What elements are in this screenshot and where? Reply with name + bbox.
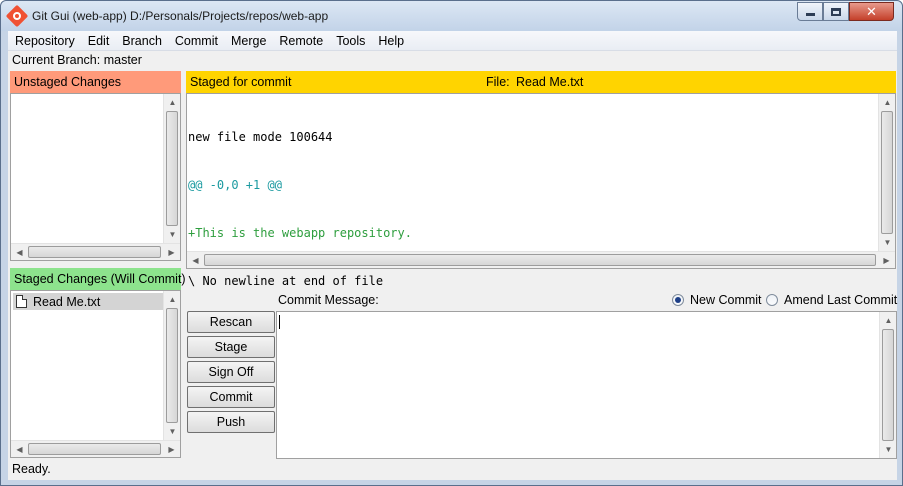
sign-off-button[interactable]: Sign Off <box>187 361 275 383</box>
unstaged-horizontal-scrollbar[interactable]: ◀ ▶ <box>11 243 180 260</box>
scroll-up-icon[interactable]: ▲ <box>879 94 896 111</box>
menu-remote[interactable]: Remote <box>272 31 329 50</box>
status-bar: Ready. <box>12 462 51 476</box>
list-item[interactable]: Read Me.txt <box>13 293 165 310</box>
maximize-icon <box>831 7 841 16</box>
file-icon <box>16 295 27 308</box>
menu-tools[interactable]: Tools <box>329 31 371 50</box>
scroll-left-icon[interactable]: ◀ <box>11 244 28 261</box>
scroll-up-icon[interactable]: ▲ <box>164 291 181 308</box>
unstaged-file-list[interactable]: ▲ ▼ ◀ ▶ <box>10 93 181 261</box>
git-gui-window: Git Gui (web-app) D:/Personals/Projects/… <box>0 0 903 486</box>
scroll-down-icon[interactable]: ▼ <box>879 234 896 251</box>
scroll-thumb[interactable] <box>204 254 876 266</box>
scroll-right-icon[interactable]: ▶ <box>163 244 180 261</box>
menu-bar: Repository Edit Branch Commit Merge Remo… <box>8 31 897 51</box>
scroll-down-icon[interactable]: ▼ <box>880 441 897 458</box>
scroll-right-icon[interactable]: ▶ <box>878 252 895 269</box>
scroll-thumb[interactable] <box>28 246 161 258</box>
unstaged-vertical-scrollbar[interactable]: ▲ ▼ <box>163 94 180 243</box>
diff-line-mode: new file mode 100644 <box>188 130 333 144</box>
push-button[interactable]: Push <box>187 411 275 433</box>
new-commit-label: New Commit <box>690 293 762 307</box>
scroll-thumb[interactable] <box>28 443 161 455</box>
scroll-up-icon[interactable]: ▲ <box>164 94 181 111</box>
commit-message-label: Commit Message: <box>278 293 379 307</box>
menu-merge[interactable]: Merge <box>224 31 272 50</box>
diff-vertical-scrollbar[interactable]: ▲ ▼ <box>878 94 895 251</box>
menu-edit[interactable]: Edit <box>81 31 116 50</box>
scroll-thumb[interactable] <box>166 308 178 423</box>
diff-header: Staged for commit File: Read Me.txt <box>186 71 896 93</box>
diff-text: new file mode 100644 @@ -0,0 +1 @@ +This… <box>188 97 412 321</box>
minimize-icon <box>805 13 815 16</box>
scroll-right-icon[interactable]: ▶ <box>163 441 180 458</box>
diff-line-added: +This is the webapp repository. <box>188 226 412 240</box>
menu-repository[interactable]: Repository <box>8 31 81 50</box>
diff-line-hunk: @@ -0,0 +1 @@ <box>188 178 282 192</box>
staged-file-list[interactable]: Read Me.txt ▲ ▼ ◀ ▶ <box>10 290 181 458</box>
amend-commit-option[interactable]: Amend Last Commit <box>766 293 897 307</box>
main-content: Repository Edit Branch Commit Merge Remo… <box>8 31 897 480</box>
message-vertical-scrollbar[interactable]: ▲ ▼ <box>879 312 896 458</box>
amend-commit-label: Amend Last Commit <box>784 293 898 307</box>
staged-file-name: Read Me.txt <box>33 294 101 309</box>
scroll-thumb[interactable] <box>882 329 894 441</box>
scroll-down-icon[interactable]: ▼ <box>164 226 181 243</box>
commit-button[interactable]: Commit <box>187 386 275 408</box>
minimize-button[interactable] <box>797 2 823 21</box>
staged-vertical-scrollbar[interactable]: ▲ ▼ <box>163 291 180 440</box>
close-button[interactable]: ✕ <box>849 2 894 21</box>
menu-branch[interactable]: Branch <box>115 31 168 50</box>
scroll-left-icon[interactable]: ◀ <box>187 252 204 269</box>
close-icon: ✕ <box>866 3 877 19</box>
menu-commit[interactable]: Commit <box>168 31 224 50</box>
scroll-thumb[interactable] <box>166 111 178 226</box>
unstaged-changes-header: Unstaged Changes <box>10 71 181 93</box>
maximize-button[interactable] <box>823 2 849 21</box>
diff-file-name: Read Me.txt <box>516 75 584 89</box>
amend-commit-radio[interactable] <box>766 294 778 306</box>
new-commit-option[interactable]: New Commit <box>672 293 762 307</box>
title-bar[interactable]: Git Gui (web-app) D:/Personals/Projects/… <box>1 1 902 31</box>
window-title: Git Gui (web-app) D:/Personals/Projects/… <box>32 9 329 23</box>
new-commit-radio[interactable] <box>672 294 684 306</box>
current-branch-label: Current Branch: master <box>12 53 142 67</box>
diff-viewer[interactable]: new file mode 100644 @@ -0,0 +1 @@ +This… <box>186 93 896 288</box>
scroll-left-icon[interactable]: ◀ <box>11 441 28 458</box>
commit-message-input[interactable]: ▲ ▼ <box>276 311 897 459</box>
git-logo-icon <box>5 4 29 28</box>
diff-status-label: Staged for commit <box>190 75 292 89</box>
scroll-thumb[interactable] <box>881 111 893 234</box>
diff-line-no-newline: \ No newline at end of file <box>188 274 384 288</box>
staged-changes-header: Staged Changes (Will Commit) <box>10 268 186 290</box>
rescan-button[interactable]: Rescan <box>187 311 275 333</box>
scroll-down-icon[interactable]: ▼ <box>164 423 181 440</box>
diff-horizontal-scrollbar[interactable]: ◀ ▶ <box>187 251 895 268</box>
menu-help[interactable]: Help <box>371 31 410 50</box>
staged-horizontal-scrollbar[interactable]: ◀ ▶ <box>11 440 180 457</box>
stage-changed-button[interactable]: Stage Changed <box>187 336 275 374</box>
diff-file-label: File: <box>486 75 510 89</box>
text-caret <box>279 315 280 329</box>
scroll-up-icon[interactable]: ▲ <box>880 312 897 329</box>
